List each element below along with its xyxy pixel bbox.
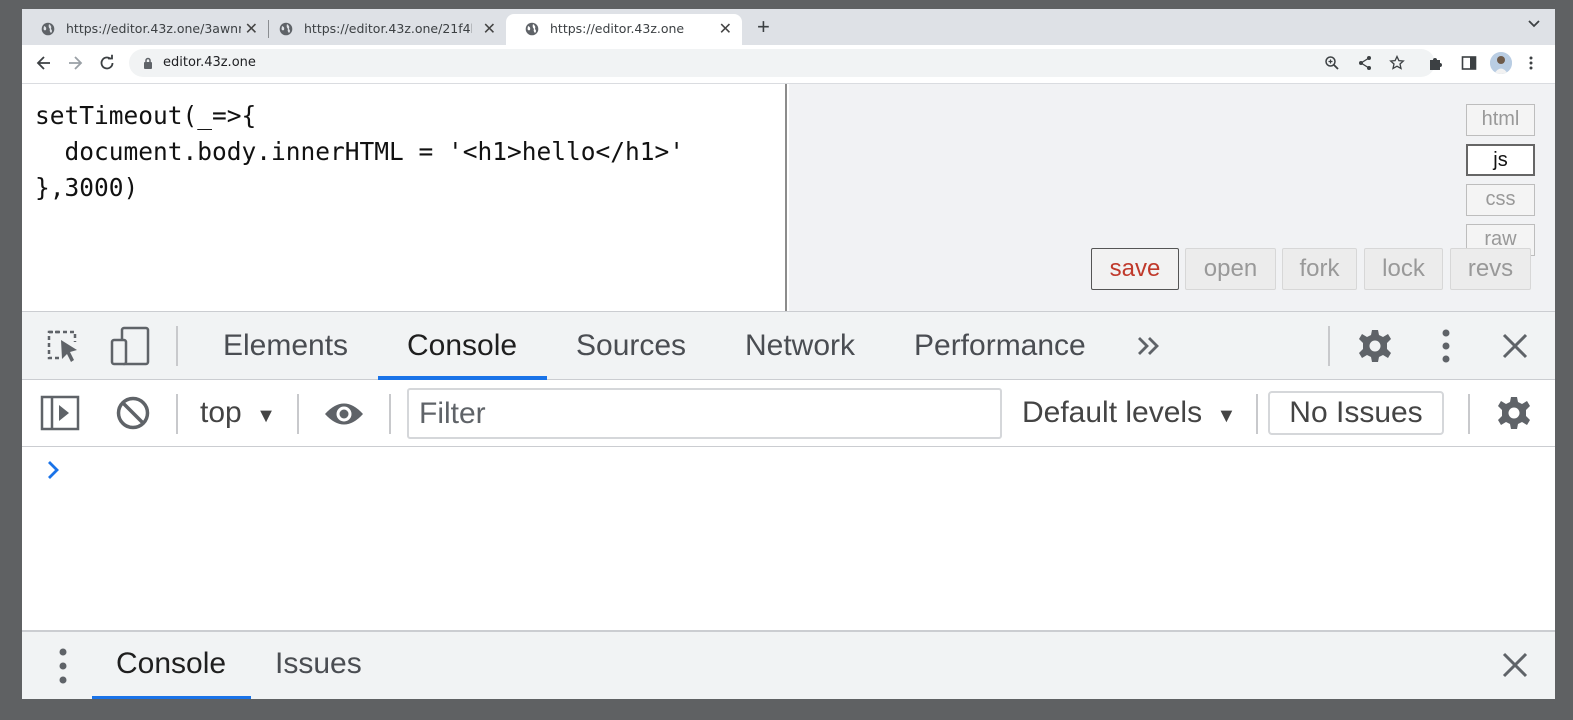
code-line[interactable]: },3000) xyxy=(35,170,785,206)
browser-tab-3-active[interactable]: https://editor.43z.one ✕ xyxy=(506,14,742,45)
issues-button[interactable]: No Issues xyxy=(1268,391,1444,435)
context-label: top xyxy=(200,396,242,429)
console-toolbar: top ▼ Default levels ▼ No Issues xyxy=(22,380,1555,447)
toolbar-divider xyxy=(176,394,178,434)
more-tabs-chevron-icon[interactable] xyxy=(1136,335,1162,357)
tab-title: https://editor.43z.one xyxy=(550,21,685,36)
profile-avatar[interactable] xyxy=(1490,52,1512,74)
more-vert-icon[interactable] xyxy=(1528,55,1534,71)
settings-gear-icon[interactable] xyxy=(1357,328,1393,364)
browser-tab-2[interactable]: https://editor.43z.one/21f4b ✕ xyxy=(260,14,506,45)
drawer-menu-vert-icon[interactable] xyxy=(58,648,68,684)
tab-console[interactable]: Console xyxy=(407,329,517,363)
mode-html-button[interactable]: html xyxy=(1466,104,1535,136)
dropdown-triangle-icon: ▼ xyxy=(1216,405,1237,427)
sidebar-toggle-icon[interactable] xyxy=(40,395,80,431)
avatar-icon xyxy=(1490,52,1512,74)
reload-icon[interactable] xyxy=(97,53,117,73)
toolbar-divider xyxy=(1256,394,1258,434)
zoom-icon[interactable] xyxy=(1324,55,1340,71)
preview-pane: html js css raw save open fork lock revs xyxy=(789,84,1555,311)
inspect-element-icon[interactable] xyxy=(45,328,81,364)
new-tab-button[interactable]: + xyxy=(757,14,770,40)
extensions-puzzle-icon[interactable] xyxy=(1428,55,1444,71)
save-button[interactable]: save xyxy=(1091,248,1179,290)
live-expression-eye-icon[interactable] xyxy=(323,401,365,427)
open-button[interactable]: open xyxy=(1185,248,1276,290)
devtools-panel: Elements Console Sources Network Perform… xyxy=(22,311,1555,699)
drawer-tab-issues[interactable]: Issues xyxy=(275,647,362,681)
close-drawer-icon[interactable] xyxy=(1502,652,1528,678)
toolbar-divider xyxy=(1328,326,1330,366)
close-tab-icon[interactable]: ✕ xyxy=(719,19,732,38)
back-arrow-icon[interactable] xyxy=(34,53,54,73)
tab-sources[interactable]: Sources xyxy=(576,329,686,363)
mode-js-button[interactable]: js xyxy=(1466,144,1535,176)
console-prompt-chevron-icon xyxy=(48,461,59,479)
page-content: setTimeout(_=>{ document.body.innerHTML … xyxy=(22,84,1555,311)
revs-button[interactable]: revs xyxy=(1450,248,1531,290)
code-line[interactable]: document.body.innerHTML = '<h1>hello</h1… xyxy=(35,134,785,170)
devtools-tab-bar: Elements Console Sources Network Perform… xyxy=(22,312,1555,380)
browser-window: https://editor.43z.one/3awnr ✕ https://e… xyxy=(22,9,1555,699)
tab-search-chevron-icon[interactable] xyxy=(1527,17,1541,31)
code-line[interactable]: setTimeout(_=>{ xyxy=(35,98,785,134)
share-icon[interactable] xyxy=(1357,55,1373,71)
globe-icon xyxy=(279,22,293,36)
toolbar-divider xyxy=(1468,394,1470,434)
url-text: editor.43z.one xyxy=(163,55,256,70)
close-tab-icon[interactable]: ✕ xyxy=(245,19,258,38)
log-levels-dropdown[interactable]: Default levels ▼ xyxy=(1022,396,1236,430)
lock-button[interactable]: lock xyxy=(1364,248,1443,290)
tab-network[interactable]: Network xyxy=(745,329,855,363)
close-tab-icon[interactable]: ✕ xyxy=(483,19,496,38)
code-editor[interactable]: setTimeout(_=>{ document.body.innerHTML … xyxy=(22,84,787,311)
dropdown-triangle-icon: ▼ xyxy=(256,405,276,427)
tab-title: https://editor.43z.one/21f4b xyxy=(304,21,472,36)
device-toolbar-icon[interactable] xyxy=(108,326,150,366)
globe-icon xyxy=(41,22,55,36)
log-levels-label: Default levels xyxy=(1022,396,1203,429)
close-devtools-icon[interactable] xyxy=(1502,333,1528,359)
side-panel-icon[interactable] xyxy=(1461,55,1477,71)
browser-toolbar: editor.43z.one xyxy=(22,45,1555,84)
mode-css-button[interactable]: css xyxy=(1466,184,1535,216)
toolbar-divider xyxy=(297,394,299,434)
devtools-drawer: Console Issues xyxy=(22,630,1555,699)
toolbar-divider xyxy=(176,326,178,366)
more-vert-icon[interactable] xyxy=(1441,329,1451,363)
drawer-tab-console[interactable]: Console xyxy=(116,647,226,681)
tab-performance[interactable]: Performance xyxy=(914,329,1086,363)
forward-arrow-icon[interactable] xyxy=(65,53,85,73)
tab-title: https://editor.43z.one/3awnr xyxy=(66,21,241,36)
tab-strip: https://editor.43z.one/3awnr ✕ https://e… xyxy=(22,9,1555,45)
browser-tab-1[interactable]: https://editor.43z.one/3awnr ✕ xyxy=(22,14,268,45)
context-selector[interactable]: top ▼ xyxy=(200,396,276,430)
address-bar[interactable]: editor.43z.one xyxy=(129,49,1435,77)
active-drawer-tab-indicator xyxy=(92,696,251,699)
clear-console-icon[interactable] xyxy=(115,395,151,431)
toolbar-divider xyxy=(389,394,391,434)
fork-button[interactable]: fork xyxy=(1282,248,1357,290)
console-filter-input[interactable] xyxy=(407,388,1002,439)
console-output[interactable] xyxy=(22,447,1555,630)
globe-icon xyxy=(525,22,539,36)
console-settings-gear-icon[interactable] xyxy=(1496,395,1532,431)
lock-icon[interactable] xyxy=(143,57,153,69)
bookmark-star-icon[interactable] xyxy=(1389,55,1405,71)
tab-elements[interactable]: Elements xyxy=(223,329,348,363)
